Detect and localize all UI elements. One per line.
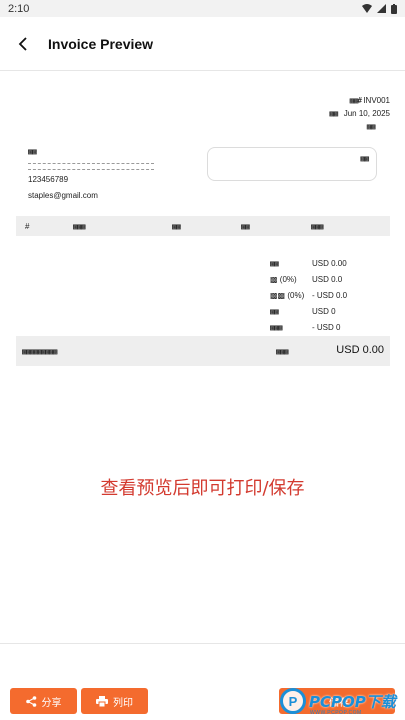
totals-label: ▩ (0%) <box>270 275 297 284</box>
items-table-header: # ▩▩▩ ▩▩ ▩▩ ▩▩▩ <box>16 216 390 236</box>
watermark-p-icon: P <box>280 688 306 714</box>
back-button[interactable] <box>4 24 44 64</box>
sender-name: ▩▩ <box>28 147 37 156</box>
bill-to-box: ▩▩ <box>207 147 377 181</box>
battery-icon <box>391 3 397 14</box>
totals-block: ▩▩ USD 0.00 ▩ (0%) USD 0.0 ▩▩ (0%) - USD 0.… <box>270 256 380 336</box>
invoice-date: Jun 10, 2025 <box>343 109 390 118</box>
watermark-brand: PCPOP下载 <box>309 692 396 711</box>
totals-row: ▩▩ (0%) - USD 0.0 <box>270 288 380 304</box>
totals-row: ▩ (0%) USD 0.0 <box>270 272 380 288</box>
watermark-url: WWW.PCPOP.COM <box>310 710 362 716</box>
share-icon <box>25 695 36 707</box>
share-label: 分享 <box>41 697 62 709</box>
col-index: # <box>25 222 30 231</box>
bill-to-label: ▩▩ <box>360 154 369 163</box>
watermark-logo: P PCPOP下载 WWW.PCPOP.COM <box>280 682 405 720</box>
invoice-number-label: ▩▩# <box>349 96 362 105</box>
app-bar: Invoice Preview <box>0 17 405 71</box>
signal-icon <box>377 4 386 13</box>
invoice-meta: ▩▩# INV001 ▩▩ Jun 10, 2025 ▩▩ <box>329 94 390 133</box>
totals-value: - USD 0.0 <box>312 291 348 300</box>
divider <box>28 169 154 170</box>
arrow-back-icon <box>18 36 27 51</box>
sender-email: staples@gmail.com <box>28 191 98 200</box>
totals-label: ▩▩ <box>270 307 279 316</box>
status-bar: 2:10 <box>0 0 405 17</box>
totals-value: - USD 0 <box>312 323 341 332</box>
totals-label: ▩▩ <box>270 259 279 268</box>
totals-row: ▩▩ USD 0.00 <box>270 256 380 272</box>
divider <box>28 163 154 164</box>
col-item: ▩▩▩ <box>73 222 85 231</box>
print-button[interactable]: 列印 <box>81 688 148 714</box>
preview-notice: 查看预览后即可打印/保存 <box>100 478 305 499</box>
print-label: 列印 <box>113 697 133 709</box>
invoice-due-label: ▩▩ <box>366 122 376 131</box>
sender-block: ▩▩ 123456789 staples@gmail.com <box>28 146 158 202</box>
totals-value: USD 0.0 <box>312 275 343 284</box>
totals-label: ▩▩ (0%) <box>270 291 305 300</box>
totals-label: ▩▩▩ <box>270 323 282 332</box>
printer-icon <box>96 695 108 707</box>
sender-phone: 123456789 <box>28 175 69 184</box>
col-price: ▩▩ <box>241 222 250 231</box>
page-title: Invoice Preview <box>48 35 154 52</box>
status-time: 2:10 <box>8 2 30 15</box>
invoice-number: INV001 <box>363 96 390 105</box>
share-button[interactable]: 分享 <box>10 688 77 714</box>
grand-total-label: ▩▩▩ <box>276 347 288 356</box>
totals-value: USD 0.00 <box>312 259 347 268</box>
divider <box>0 643 405 644</box>
totals-value: USD 0 <box>312 307 336 316</box>
grand-total-amount: USD 0.00 <box>336 344 384 356</box>
col-amount: ▩▩▩ <box>311 222 323 231</box>
grand-total-left-label: ▩▩▩▩▩▩▩▩▩ <box>22 347 57 356</box>
status-icons <box>362 3 397 14</box>
col-qty: ▩▩ <box>172 222 181 231</box>
grand-total-bar: ▩▩▩▩▩▩▩▩▩ ▩▩▩ USD 0.00 <box>16 336 390 366</box>
wifi-icon <box>362 4 372 13</box>
invoice-preview: ▩▩# INV001 ▩▩ Jun 10, 2025 ▩▩ ▩▩ 1234567… <box>16 90 390 370</box>
totals-row: ▩▩▩ - USD 0 <box>270 320 380 336</box>
invoice-date-label: ▩▩ <box>329 109 338 118</box>
totals-row: ▩▩ USD 0 <box>270 304 380 320</box>
